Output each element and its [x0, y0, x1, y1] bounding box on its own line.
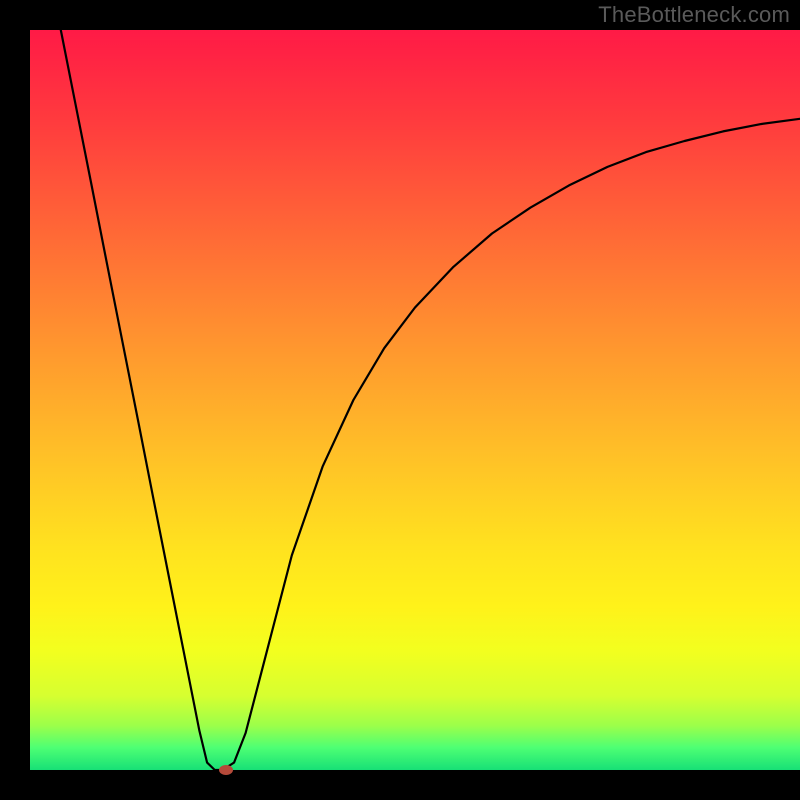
- bottleneck-chart: [0, 0, 800, 800]
- chart-container: TheBottleneck.com: [0, 0, 800, 800]
- watermark-text: TheBottleneck.com: [598, 2, 790, 28]
- optimal-point-marker: [219, 765, 233, 775]
